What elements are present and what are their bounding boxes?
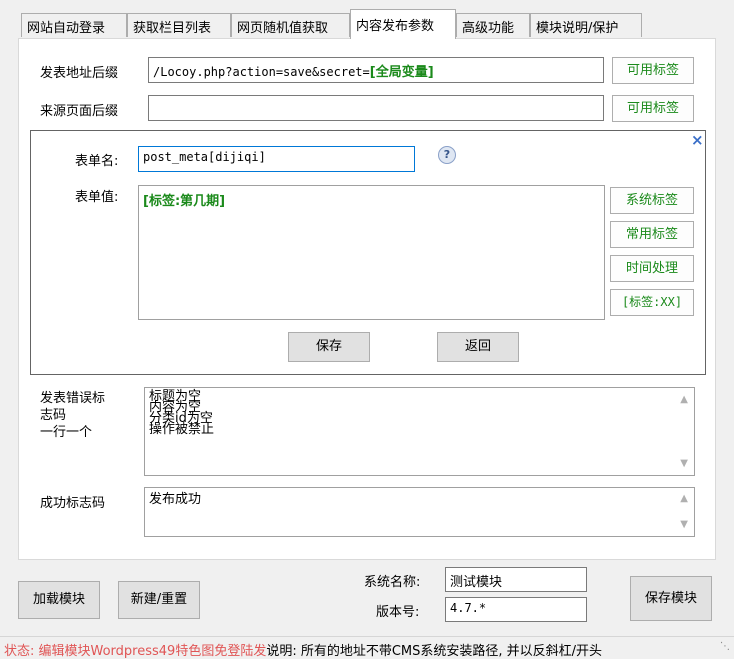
tab-advanced[interactable]: 高级功能 (456, 13, 530, 37)
scroll-up-icon[interactable]: ▲ (680, 494, 688, 504)
status-bar: 状态: 编辑模块Wordpress49特色图免登陆发说明: 所有的地址不带CMS… (0, 636, 734, 659)
error-code-line: 标题为空 (149, 389, 202, 404)
time-process-button[interactable]: 时间处理 (610, 255, 694, 282)
tab-module-info[interactable]: 模块说明/保护 (530, 13, 642, 37)
error-codes-label-line1: 发表错误标 (40, 391, 106, 406)
load-module-button[interactable]: 加载模块 (18, 581, 100, 619)
status-text: 状态: 编辑模块Wordpress49特色图免登陆发 (4, 644, 267, 659)
system-name-input[interactable]: 测试模块 (445, 567, 587, 592)
scroll-up-icon[interactable]: ▲ (680, 394, 688, 405)
error-code-line: 操作被禁止 (149, 422, 215, 437)
form-value-label: 表单值: (75, 190, 119, 205)
form-name-label: 表单名: (75, 154, 119, 169)
success-code-textarea[interactable]: 发布成功 ▲ ▼ (144, 487, 695, 537)
error-codes-label: 发表错误标 志码 一行一个 (40, 390, 105, 441)
success-code-text: 发布成功 (149, 492, 202, 507)
error-code-line: 分类id为空 (149, 411, 213, 426)
publish-url-tag: [全局变量] (369, 65, 434, 80)
form-value-textarea[interactable]: [标签:第几期] (138, 185, 605, 320)
new-reset-button[interactable]: 新建/重置 (118, 581, 200, 619)
form-value-text: [标签:第几期] (143, 194, 226, 209)
tab-publish-params[interactable]: 内容发布参数 (350, 9, 456, 39)
error-code-line: 内容为空 (149, 400, 202, 415)
resize-grip-icon[interactable]: ⋱ (720, 642, 730, 652)
system-tags-button[interactable]: 系统标签 (610, 187, 694, 214)
close-icon[interactable]: × (691, 131, 704, 149)
help-icon[interactable]: ? (438, 146, 456, 164)
system-name-label: 系统名称: (364, 575, 421, 590)
tab-auto-login[interactable]: 网站自动登录 (21, 13, 127, 37)
source-page-input[interactable] (148, 95, 604, 121)
save-module-button[interactable]: 保存模块 (630, 576, 712, 621)
publish-url-tags-button[interactable]: 可用标签 (612, 57, 694, 84)
tag-xx-button[interactable]: [标签:XX] (610, 289, 694, 316)
error-codes-label-line2: 志码 (40, 408, 67, 423)
source-page-label: 来源页面后缀 (40, 104, 119, 119)
source-page-tags-button[interactable]: 可用标签 (612, 95, 694, 122)
tab-random-value[interactable]: 网页随机值获取 (231, 13, 350, 37)
form-name-input[interactable]: post_meta[dijiqi] (138, 146, 415, 172)
version-label: 版本号: (376, 605, 420, 620)
common-tags-button[interactable]: 常用标签 (610, 221, 694, 248)
status-note: 说明: 所有的地址不带CMS系统安装路径, 并以反斜杠/开头 (266, 644, 603, 659)
publish-url-path: /Locoy.php?action=save&secret= (153, 65, 370, 79)
publish-url-label: 发表地址后缀 (40, 66, 119, 81)
success-code-label: 成功标志码 (40, 496, 106, 511)
tab-category-list[interactable]: 获取栏目列表 (127, 13, 231, 37)
scroll-down-icon[interactable]: ▼ (680, 520, 688, 530)
publish-url-input[interactable]: /Locoy.php?action=save&secret=[全局变量] (148, 57, 604, 83)
form-save-button[interactable]: 保存 (288, 332, 370, 362)
error-codes-label-line3: 一行一个 (40, 425, 93, 440)
scroll-down-icon[interactable]: ▼ (680, 458, 688, 469)
form-back-button[interactable]: 返回 (437, 332, 519, 362)
version-input[interactable]: 4.7.* (445, 597, 587, 622)
error-codes-textarea[interactable]: 标题为空 内容为空 分类id为空 操作被禁止 ▲ ▼ (144, 387, 695, 476)
